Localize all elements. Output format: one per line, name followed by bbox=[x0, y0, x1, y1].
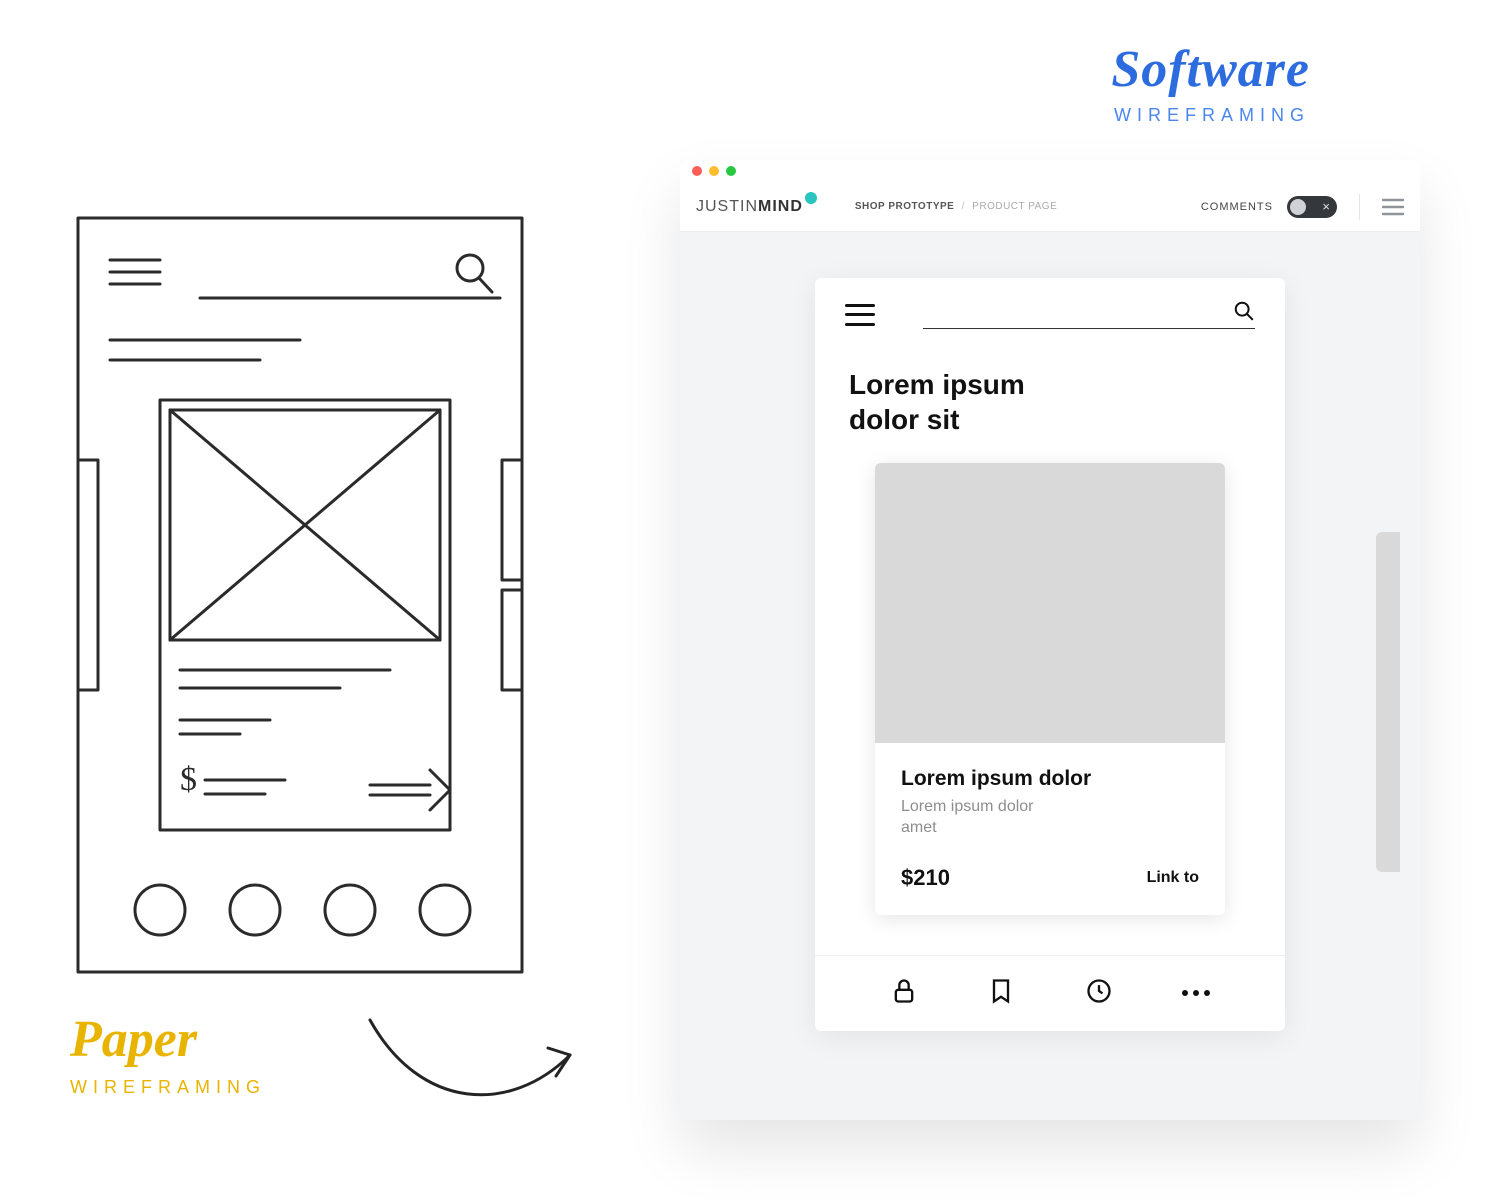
crumb-current: PRODUCT PAGE bbox=[972, 201, 1057, 212]
product-subtitle: Lorem ipsum dolor amet bbox=[901, 797, 1051, 839]
comments-toggle[interactable]: × bbox=[1287, 196, 1337, 218]
crumb-separator: / bbox=[962, 201, 965, 212]
comments-label: COMMENTS bbox=[1201, 201, 1273, 213]
search-icon bbox=[1233, 300, 1255, 322]
prototype-tabbar bbox=[815, 955, 1285, 1031]
brand-logo: JUSTINMIND bbox=[696, 198, 817, 216]
svg-text:$: $ bbox=[180, 761, 197, 798]
app-window: JUSTINMIND SHOP PROTOTYPE / PRODUCT PAGE… bbox=[680, 160, 1420, 1120]
toggle-knob-icon bbox=[1290, 199, 1306, 215]
software-subtitle-text: WIREFRAMING bbox=[1111, 105, 1310, 126]
product-price: $210 bbox=[901, 865, 950, 891]
toggle-x-icon: × bbox=[1322, 198, 1330, 216]
more-icon[interactable] bbox=[1182, 990, 1210, 996]
brand-text-bold: MIND bbox=[758, 198, 803, 215]
bookmark-icon[interactable] bbox=[987, 977, 1015, 1010]
carousel-peek-right[interactable] bbox=[1376, 532, 1400, 872]
clock-icon[interactable] bbox=[1085, 977, 1113, 1010]
breadcrumb: SHOP PROTOTYPE / PRODUCT PAGE bbox=[855, 201, 1057, 212]
software-label: Software WIREFRAMING bbox=[1111, 40, 1310, 126]
brand-text-light: JUSTIN bbox=[696, 198, 758, 215]
brand-dot-icon bbox=[805, 192, 817, 204]
search-row[interactable] bbox=[923, 300, 1255, 329]
prototype-screen: Lorem ipsum dolor sit Lorem ipsum dolor … bbox=[815, 278, 1285, 1031]
toolbar-divider bbox=[1359, 194, 1360, 220]
prototype-canvas: Lorem ipsum dolor sit Lorem ipsum dolor … bbox=[680, 232, 1420, 1120]
prototype-header bbox=[815, 300, 1285, 337]
product-image-placeholder bbox=[875, 463, 1225, 743]
window-titlebar bbox=[680, 160, 1420, 182]
paper-subtitle-text: WIREFRAMING bbox=[70, 1077, 266, 1098]
product-card[interactable]: Lorem ipsum dolor Lorem ipsum dolor amet… bbox=[875, 463, 1225, 915]
lock-icon[interactable] bbox=[890, 977, 918, 1010]
product-title: Lorem ipsum dolor bbox=[901, 767, 1199, 791]
arrow-icon bbox=[360, 1000, 600, 1125]
paper-title-text: Paper bbox=[70, 1010, 266, 1069]
crumb-root[interactable]: SHOP PROTOTYPE bbox=[855, 201, 954, 212]
product-card-body: Lorem ipsum dolor Lorem ipsum dolor amet… bbox=[875, 743, 1225, 915]
prototype-heading: Lorem ipsum dolor sit bbox=[815, 337, 1095, 463]
app-toolbar: JUSTINMIND SHOP PROTOTYPE / PRODUCT PAGE… bbox=[680, 182, 1420, 232]
close-icon[interactable] bbox=[692, 166, 702, 176]
minimise-icon[interactable] bbox=[709, 166, 719, 176]
menu-button[interactable] bbox=[1382, 198, 1404, 216]
software-title-text: Software bbox=[1111, 40, 1310, 99]
paper-wireframe-sketch: $ bbox=[70, 210, 530, 980]
fullscreen-icon[interactable] bbox=[726, 166, 736, 176]
paper-label: Paper WIREFRAMING bbox=[70, 1010, 266, 1098]
hamburger-icon[interactable] bbox=[845, 304, 875, 326]
product-link[interactable]: Link to bbox=[1147, 869, 1199, 887]
